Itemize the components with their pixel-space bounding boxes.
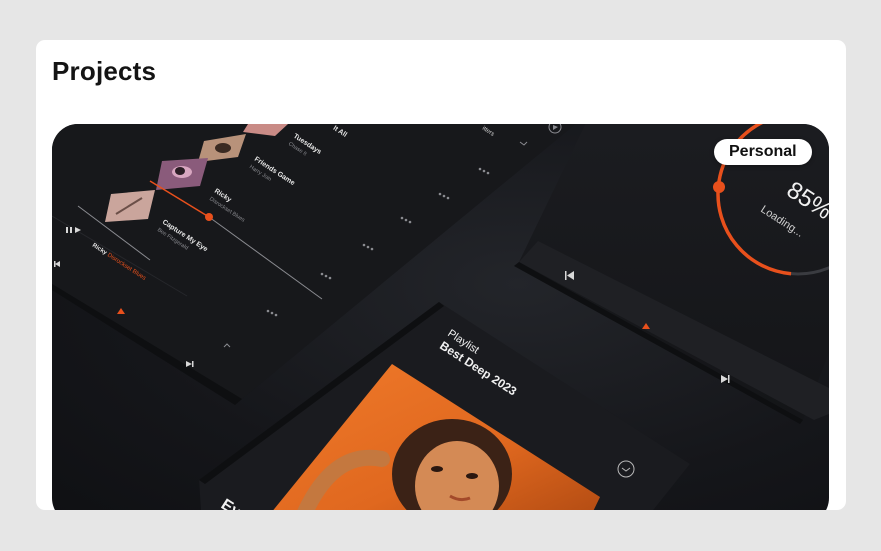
seek-handle[interactable]: [205, 213, 213, 221]
projects-card: Projects It All Tuesdays Chase It Friend…: [36, 40, 846, 510]
album-art-3: [156, 158, 208, 190]
project-thumbnail[interactable]: It All Tuesdays Chase It Friends Game Ha…: [52, 124, 829, 510]
personal-badge: Personal: [714, 139, 812, 165]
loading-phone: 85% Loading...: [514, 124, 829, 424]
progress-handle: [713, 181, 725, 193]
album-art-4: [105, 190, 155, 222]
section-title: Projects: [52, 56, 157, 86]
project-mockup-scene: It All Tuesdays Chase It Friends Game Ha…: [52, 124, 829, 510]
